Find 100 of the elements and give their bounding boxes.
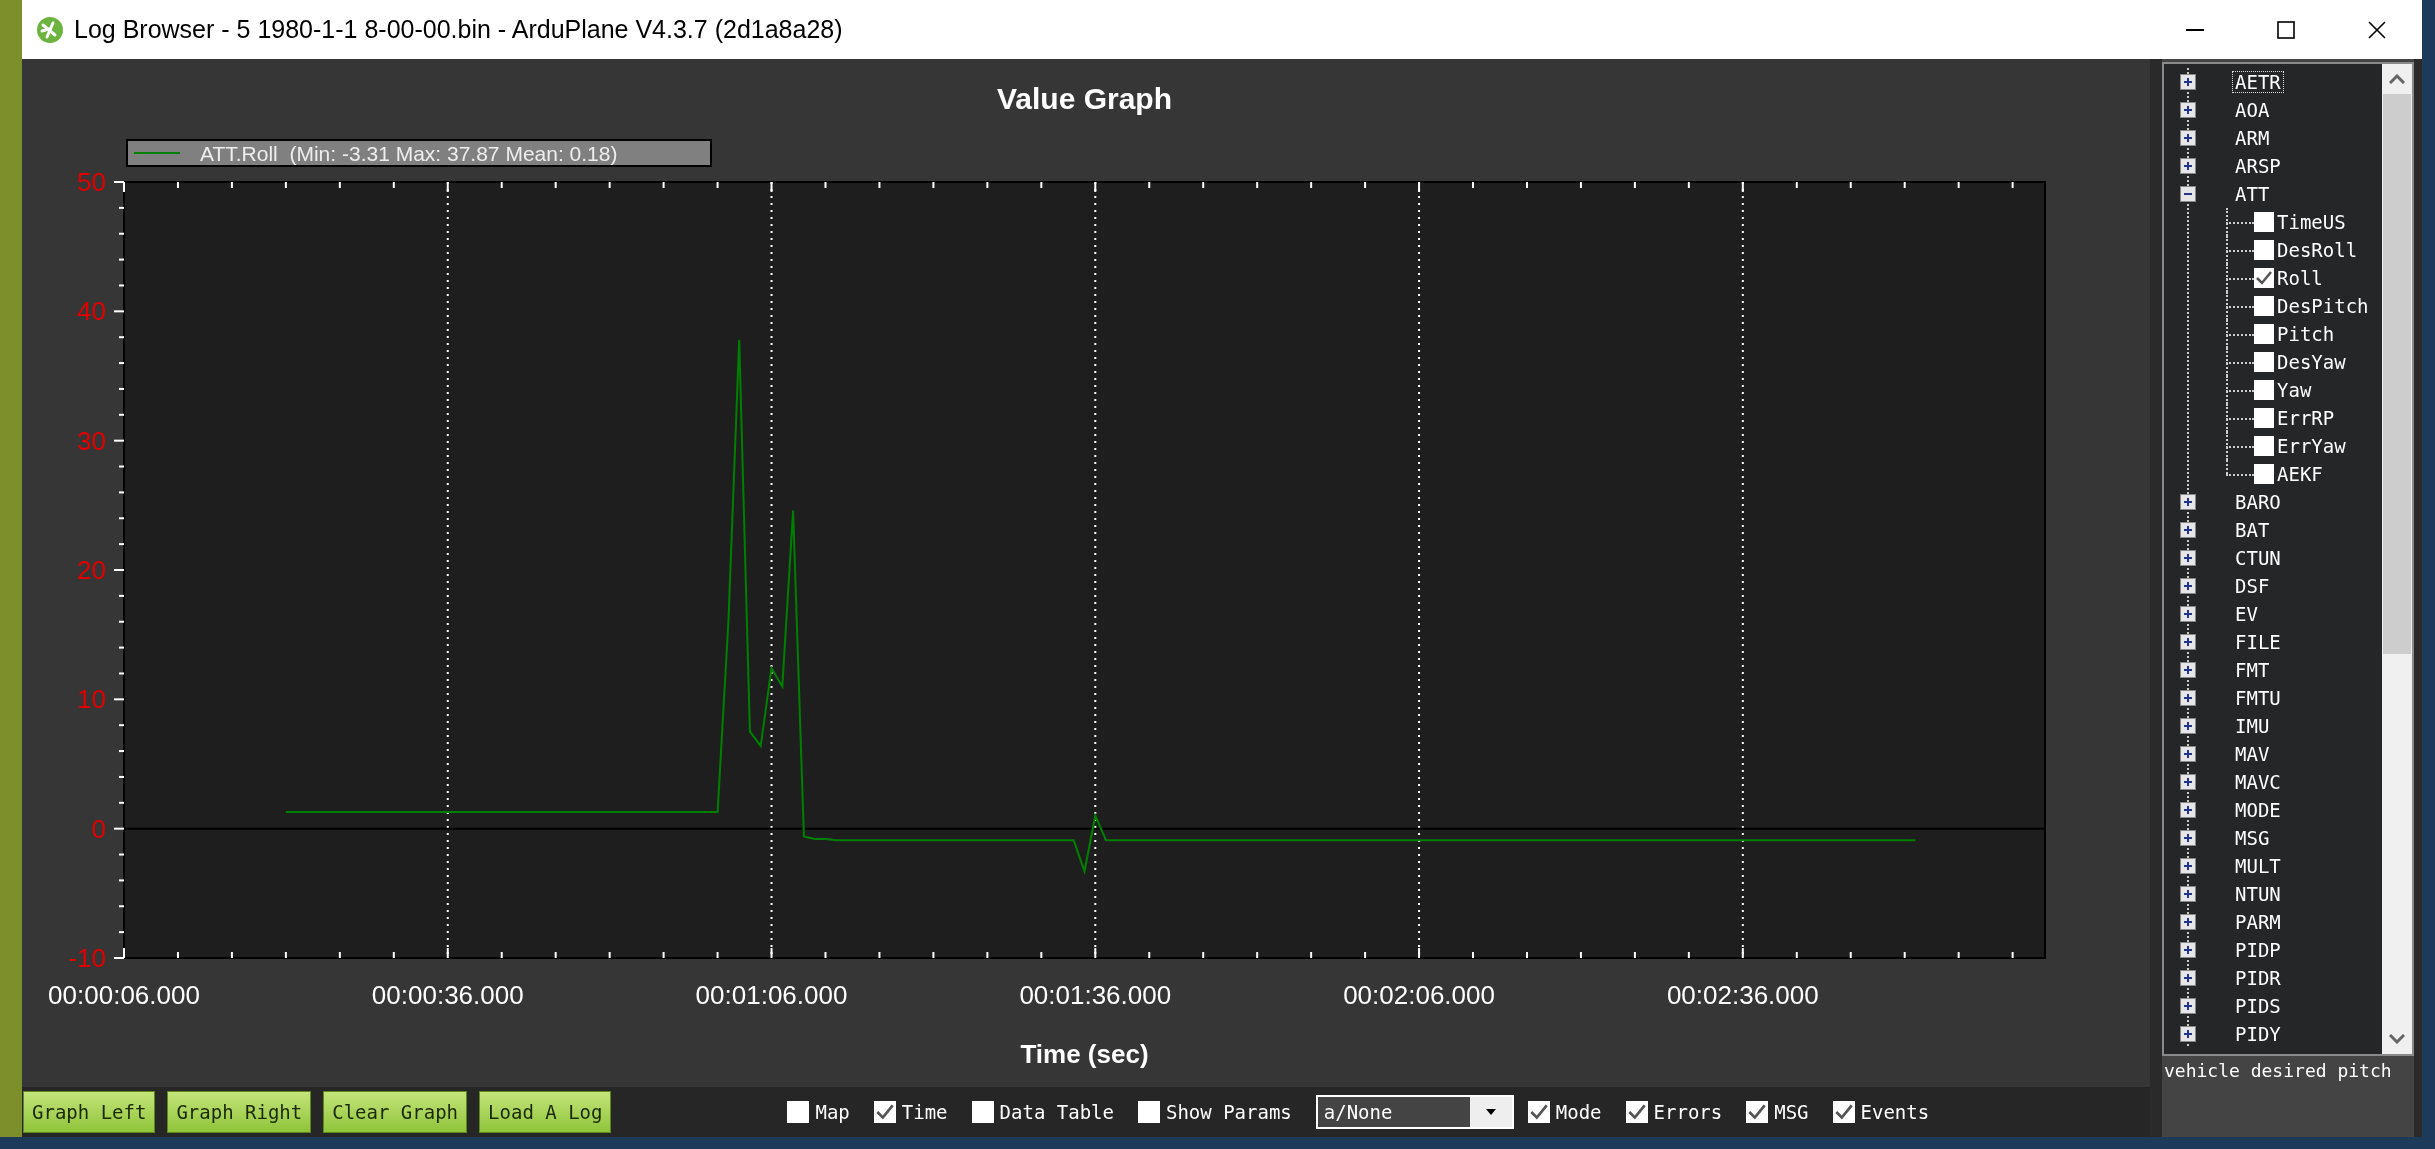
tree-item[interactable]: ARM: [2232, 127, 2273, 149]
expand-toggle[interactable]: [2180, 578, 2196, 594]
checkbox[interactable]: [2254, 240, 2274, 260]
expand-toggle[interactable]: [2180, 970, 2196, 986]
y-tick-label: 40: [77, 296, 106, 327]
tree-item[interactable]: FMTU: [2232, 687, 2284, 709]
checkbox[interactable]: [2254, 464, 2274, 484]
expand-toggle[interactable]: [2180, 606, 2196, 622]
chart-title: Value Graph: [996, 82, 1173, 115]
tree-item[interactable]: MODE: [2232, 799, 2284, 821]
checkbox[interactable]: [2254, 408, 2274, 428]
scrollbar-thumb[interactable]: [2383, 94, 2411, 654]
expand-toggle[interactable]: [2180, 802, 2196, 818]
tree-item[interactable]: AOA: [2232, 99, 2273, 121]
x-tick-label: 00:02:06.000: [1343, 980, 1495, 1010]
tree-item[interactable]: MULT: [2232, 855, 2284, 877]
checkbox-label: Time: [901, 1101, 948, 1123]
expand-toggle[interactable]: [2180, 550, 2196, 566]
tree-item[interactable]: PIDY: [2232, 1023, 2284, 1045]
expand-toggle[interactable]: [2180, 1026, 2196, 1042]
expand-toggle[interactable]: [2180, 774, 2196, 790]
toolbar-button[interactable]: Graph Left: [23, 1091, 156, 1133]
toolbar-button[interactable]: Load A Log: [479, 1091, 612, 1133]
checkbox-label: MSG: [1774, 1101, 1809, 1123]
toolbar-button[interactable]: Clear Graph: [323, 1091, 468, 1133]
expand-toggle[interactable]: [2180, 942, 2196, 958]
window-title: Log Browser - 5 1980-1-1 8-00-00.bin - ArduPlane V4.3.7 (2d1a8a28): [74, 15, 843, 44]
axis-title: Time (sec): [1020, 1039, 1149, 1069]
scrollbar[interactable]: [2382, 64, 2412, 1054]
checkbox[interactable]: [2254, 296, 2274, 316]
tree-item[interactable]: Pitch: [2277, 323, 2335, 345]
tree-item[interactable]: DSF: [2232, 575, 2273, 597]
tree-item[interactable]: NTUN: [2232, 883, 2284, 905]
tree-item[interactable]: DesRoll: [2277, 239, 2358, 261]
x-tick-label: 00:00:06.000: [48, 980, 200, 1010]
toolbar-button[interactable]: Graph Right: [167, 1091, 312, 1133]
expand-toggle[interactable]: [2180, 718, 2196, 734]
y-tick-label: 30: [77, 425, 106, 456]
tree-item[interactable]: IMU: [2232, 715, 2273, 737]
expand-toggle[interactable]: [2180, 858, 2196, 874]
tree-item[interactable]: PARM: [2232, 911, 2284, 933]
expand-toggle[interactable]: [2180, 158, 2196, 174]
checkbox-label: Show Params: [1165, 1101, 1292, 1123]
expand-toggle[interactable]: [2180, 914, 2196, 930]
expand-toggle[interactable]: [2180, 746, 2196, 762]
tree-item[interactable]: CTUN: [2232, 547, 2284, 569]
collapse-toggle[interactable]: [2180, 186, 2196, 202]
expand-toggle[interactable]: [2180, 74, 2196, 90]
expand-toggle[interactable]: [2180, 886, 2196, 902]
minimize-icon: [2185, 28, 2204, 31]
checkbox[interactable]: [2254, 268, 2274, 288]
tree-item[interactable]: MAV: [2232, 743, 2273, 765]
checkbox[interactable]: [2254, 212, 2274, 232]
x-tick-label: 00:01:36.000: [1019, 980, 1172, 1010]
field-description: vehicle desired pitch: [2163, 1059, 2393, 1081]
tree-item[interactable]: AETR: [2232, 71, 2284, 93]
tree-item[interactable]: ErrYaw: [2277, 435, 2346, 457]
y-tick-label: 10: [77, 684, 106, 715]
checkbox[interactable]: [2254, 436, 2274, 456]
y-tick-label: 0: [91, 813, 106, 844]
tree-item[interactable]: ErrRP: [2277, 407, 2335, 429]
tree-item[interactable]: DesPitch: [2277, 295, 2369, 317]
expand-toggle[interactable]: [2180, 522, 2196, 538]
checkbox-label: Errors: [1653, 1101, 1723, 1123]
expand-toggle[interactable]: [2180, 634, 2196, 650]
tree-item[interactable]: Yaw: [2277, 379, 2312, 401]
maximize-icon: [2276, 20, 2295, 39]
tree-item[interactable]: BARO: [2232, 491, 2284, 513]
tree-item[interactable]: FILE: [2232, 631, 2284, 653]
legend: ATT.Roll (Min: -3.31 Max: 37.87 Mean: 0.18): [126, 139, 712, 167]
checkbox[interactable]: [2254, 380, 2274, 400]
checkbox[interactable]: [2254, 352, 2274, 372]
expand-toggle[interactable]: [2180, 494, 2196, 510]
x-tick-label: 00:01:06.000: [695, 980, 848, 1010]
tree-item[interactable]: Roll: [2277, 267, 2323, 289]
y-tick-label: -10: [68, 943, 106, 973]
tree-item[interactable]: PIDP: [2232, 939, 2284, 961]
tree-item[interactable]: PIDS: [2232, 995, 2284, 1017]
tree-item[interactable]: PIDR: [2232, 967, 2284, 989]
app-logo-icon: [36, 15, 64, 44]
expand-toggle[interactable]: [2180, 662, 2196, 678]
expand-toggle[interactable]: [2180, 102, 2196, 118]
tree-item[interactable]: EV: [2232, 603, 2261, 625]
expand-toggle[interactable]: [2180, 830, 2196, 846]
tree-item[interactable]: AEKF: [2277, 463, 2323, 485]
tree-item[interactable]: ARSP: [2232, 155, 2284, 177]
tree-item[interactable]: BAT: [2232, 519, 2273, 541]
tree-item[interactable]: DesYaw: [2277, 351, 2346, 373]
tree-item[interactable]: ATT: [2232, 183, 2273, 205]
expand-toggle[interactable]: [2180, 130, 2196, 146]
tree-item[interactable]: MAVC: [2232, 771, 2284, 793]
checkbox[interactable]: [2254, 324, 2274, 344]
dropdown[interactable]: a/None: [1315, 1095, 1514, 1129]
tree-item[interactable]: FMT: [2232, 659, 2273, 681]
expand-toggle[interactable]: [2180, 998, 2196, 1014]
expand-toggle[interactable]: [2180, 690, 2196, 706]
tree-item[interactable]: TimeUS: [2277, 211, 2346, 233]
y-tick-label: 50: [77, 167, 106, 197]
tree-item[interactable]: MSG: [2232, 827, 2273, 849]
x-tick-label: 00:00:36.000: [371, 980, 524, 1010]
